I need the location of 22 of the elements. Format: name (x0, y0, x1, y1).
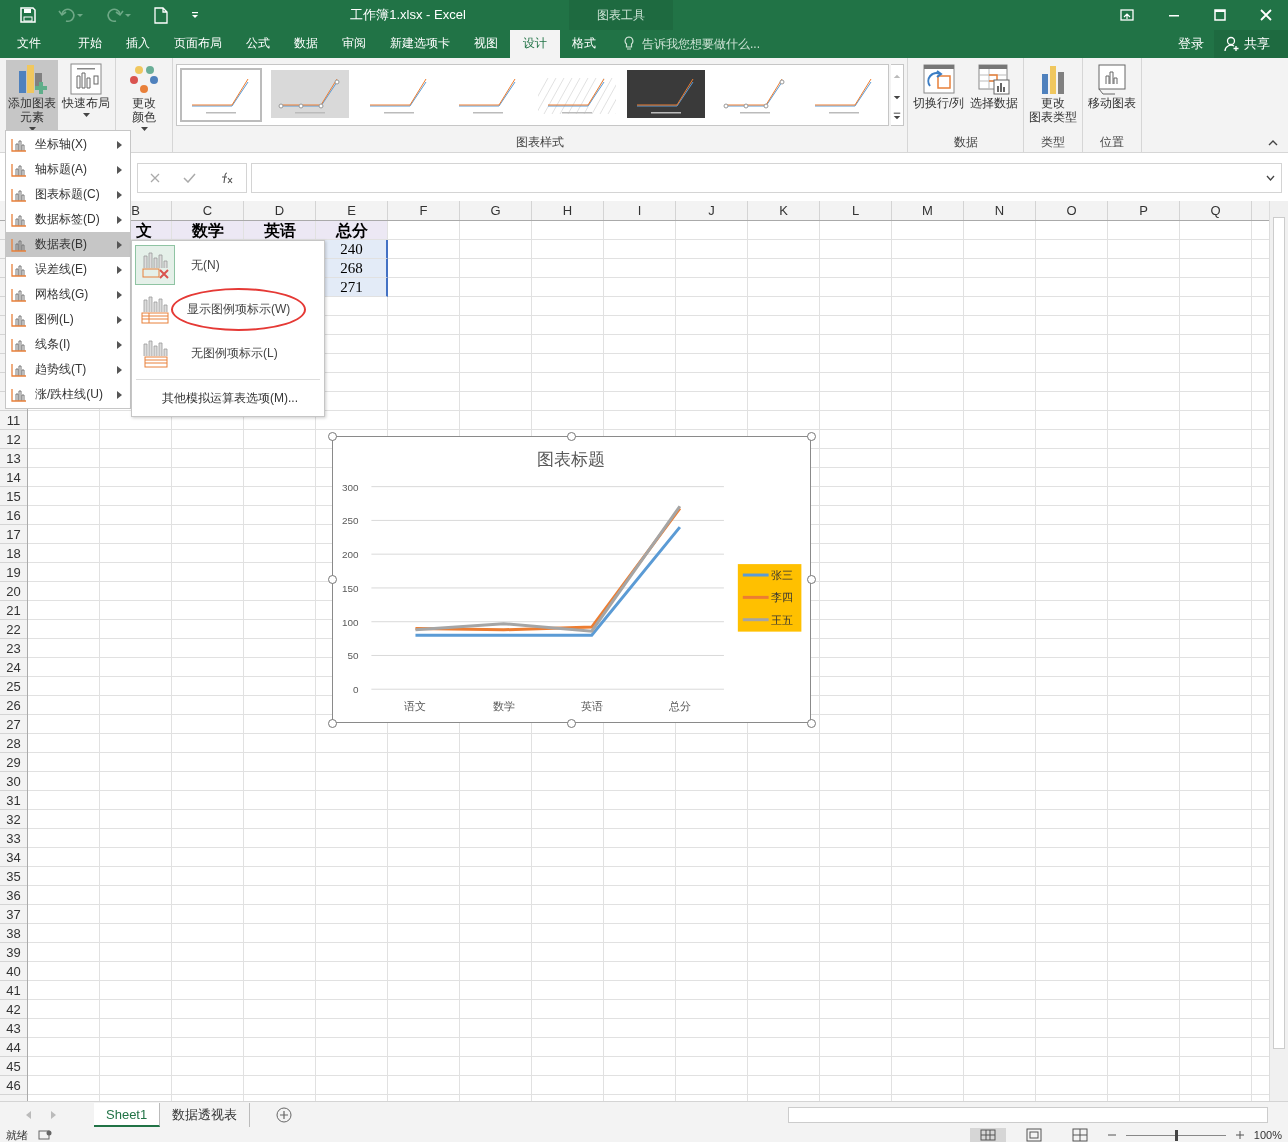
ribbon-group-label: 图表样式 (516, 134, 564, 149)
axis-tick-label: 100 (341, 616, 359, 628)
axis-tick-label: 50 (347, 650, 359, 662)
legend-label: 张三 (770, 569, 793, 581)
axis-category-label: 语文 (404, 700, 427, 713)
axis-category-label: 总分 (668, 700, 691, 713)
axis-category-label: 英语 (580, 700, 603, 713)
legend-label: 王五 (770, 613, 793, 626)
axis-category-label: 数学 (492, 700, 515, 713)
status-text: 就绪 (6, 1128, 28, 1142)
axis-tick-label: 0 (352, 684, 359, 696)
axis-tick-label: 300 (341, 481, 359, 493)
axis-tick-label: 250 (341, 515, 359, 527)
ribbon-group-label: 数据 (953, 134, 978, 149)
legend-label: 李四 (770, 591, 793, 604)
ribbon-group-label: 类型 (1041, 134, 1066, 149)
context-tab-label: 图表工具 (569, 0, 673, 30)
window-title: 工作簿1.xlsx - Excel (350, 7, 466, 22)
axis-tick-label: 200 (341, 549, 359, 561)
axis-tick-label: 150 (341, 582, 359, 594)
ribbon-group-label: 位置 (1100, 134, 1125, 149)
chart-title: 图表标题 (537, 449, 605, 469)
